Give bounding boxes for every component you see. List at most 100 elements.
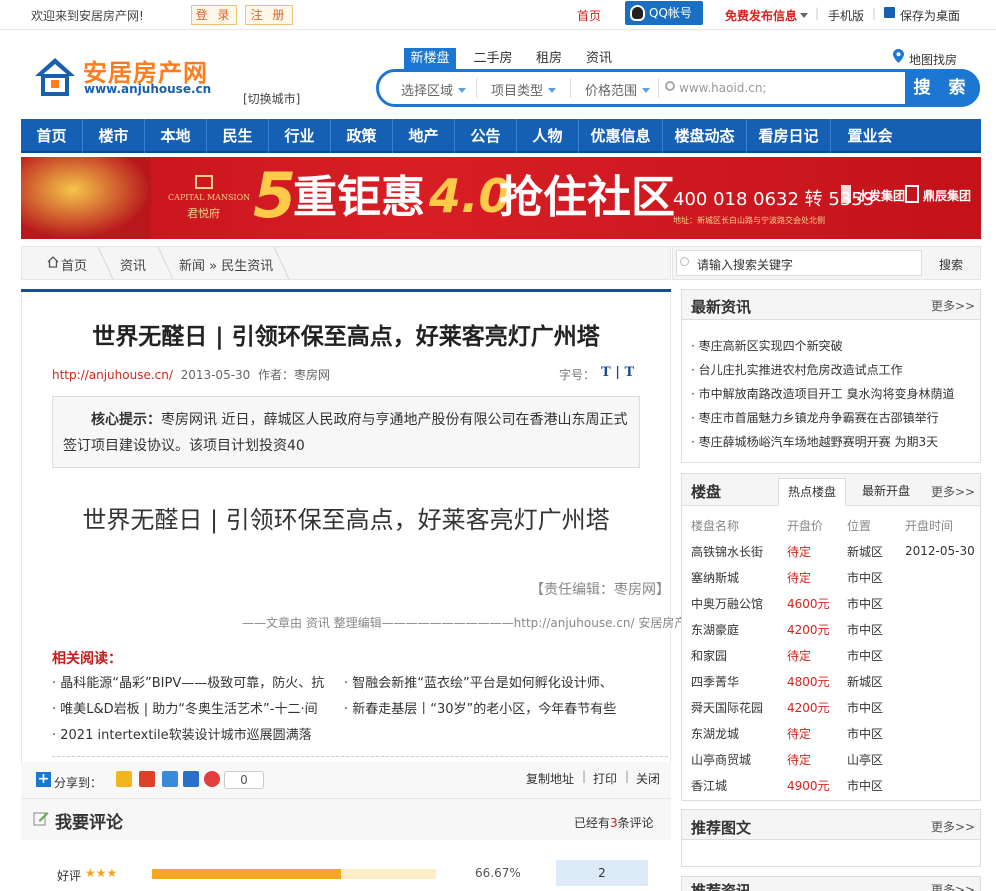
- pengyou-icon[interactable]: [162, 771, 178, 787]
- table-row[interactable]: 山亭商贸城 待定 山亭区: [691, 746, 977, 772]
- more-link[interactable]: 更多>>: [931, 881, 975, 891]
- property-table: 楼盘名称 开盘价 位置 开盘时间 高铁锦水长街 待定 新城区 2012-05-30 塞纳斯城…: [691, 512, 977, 798]
- close-button[interactable]: 关闭: [636, 770, 660, 787]
- search-tab-new[interactable]: 新楼盘: [404, 48, 456, 70]
- nav-item[interactable]: 优惠信息: [579, 119, 663, 153]
- news-item[interactable]: · 枣庄薛城杨峪汽车场地越野赛明开赛 为期3天: [691, 433, 938, 450]
- ad-banner[interactable]: CAPITAL MANSION 君悦府 5 重钜惠 4.0 抢住社区 400 0…: [21, 157, 981, 239]
- related-link[interactable]: · 智融会新推“蓝衣绘”平台是如何孵化设计师、: [344, 672, 628, 691]
- pencil-icon: [33, 810, 49, 826]
- col-header: 开盘价: [787, 518, 824, 533]
- nav-item[interactable]: 人物: [517, 119, 579, 153]
- table-row[interactable]: 和家园 待定 市中区: [691, 642, 977, 668]
- mobile-link[interactable]: 手机版: [828, 7, 864, 24]
- table-row[interactable]: 东湖豪庭 4200元 市中区: [691, 616, 977, 642]
- breadcrumb-home[interactable]: 首页: [61, 255, 87, 274]
- table-row[interactable]: 舜天国际花园 4200元 市中区: [691, 694, 977, 720]
- search-icon: [665, 81, 675, 91]
- save-desktop-link[interactable]: 保存为桌面: [900, 7, 960, 24]
- property-name[interactable]: 东湖龙城: [691, 720, 787, 746]
- property-name[interactable]: 和家园: [691, 642, 787, 668]
- divider: [52, 756, 668, 757]
- plus-icon[interactable]: +: [36, 772, 51, 787]
- top-home-link[interactable]: 首页: [577, 7, 601, 24]
- nav-item[interactable]: 置业会: [831, 119, 909, 153]
- region-select[interactable]: 选择区域: [401, 80, 467, 99]
- keyword-search-button[interactable]: 搜索: [939, 256, 963, 273]
- property-name[interactable]: 中奥万融公馆: [691, 590, 787, 616]
- table-row[interactable]: 香江城 4900元 市中区: [691, 772, 977, 798]
- nav-item[interactable]: 行业: [269, 119, 331, 153]
- nav-item[interactable]: 公告: [455, 119, 517, 153]
- tab-new-opening[interactable]: 最新开盘: [852, 478, 920, 505]
- nav-item[interactable]: 民生: [207, 119, 269, 153]
- divider: |: [815, 6, 820, 20]
- kaixin-icon[interactable]: [204, 771, 220, 787]
- nav-item[interactable]: 看房日记: [747, 119, 831, 153]
- nav-item[interactable]: 政策: [331, 119, 393, 153]
- news-item[interactable]: · 市中解放南路改造项目开工 臭水沟将变身林荫道: [691, 385, 954, 402]
- search-button[interactable]: 搜 索: [905, 69, 980, 107]
- property-name[interactable]: 山亭商贸城: [691, 746, 787, 772]
- free-publish-link[interactable]: 免费发布信息: [725, 7, 809, 24]
- property-name[interactable]: 塞纳斯城: [691, 564, 787, 590]
- search-input[interactable]: www.haoid.cn;: [679, 81, 766, 95]
- count-suffix: 条评论: [617, 816, 654, 830]
- property-name[interactable]: 高铁锦水长街: [691, 538, 787, 564]
- renren-icon[interactable]: [183, 771, 199, 787]
- price-select[interactable]: 价格范围: [585, 80, 651, 99]
- qq-login-button[interactable]: QQ帐号: [625, 1, 703, 25]
- nav-item[interactable]: 楼盘动态: [663, 119, 747, 153]
- weibo-icon[interactable]: [139, 771, 155, 787]
- search-tab-second[interactable]: 二手房: [468, 48, 518, 70]
- property-name[interactable]: 香江城: [691, 772, 787, 798]
- breadcrumb-news[interactable]: 资讯: [120, 255, 146, 274]
- related-link[interactable]: · 唯美L&D岩板 | 助力“冬奥生活艺术”-十二·间: [52, 698, 340, 717]
- star-rating-icon: ★★★: [85, 866, 118, 880]
- copy-link-button[interactable]: 复制地址: [526, 770, 574, 787]
- nav-item[interactable]: 本地: [145, 119, 207, 153]
- switch-city-link[interactable]: [切换城市]: [243, 90, 300, 107]
- font-size-toggle[interactable]: T | T: [601, 365, 634, 380]
- table-row[interactable]: 塞纳斯城 待定 市中区: [691, 564, 977, 590]
- qzone-icon[interactable]: [116, 771, 132, 787]
- nav-item[interactable]: 地产: [393, 119, 455, 153]
- news-item[interactable]: · 枣庄高新区实现四个新突破: [691, 337, 843, 354]
- nav-item[interactable]: 楼市: [83, 119, 145, 153]
- print-button[interactable]: 打印: [593, 770, 617, 787]
- more-link[interactable]: 更多>>: [931, 818, 975, 835]
- divider: |: [582, 769, 587, 783]
- map-search-link[interactable]: 地图找房: [909, 51, 957, 68]
- breadcrumb-current[interactable]: 新闻 » 民生资讯: [179, 255, 273, 274]
- latest-news-title: 最新资讯: [691, 298, 752, 316]
- keyword-placeholder: 请输入搜索关键字: [697, 258, 794, 272]
- banner-brand-en: CAPITAL MANSION: [168, 193, 251, 202]
- register-button[interactable]: 注 册: [245, 5, 293, 25]
- article-title: 世界无醛日 | 引领环保至高点，好莱客亮灯广州塔: [92, 324, 600, 350]
- logo-house-icon[interactable]: [33, 54, 77, 98]
- building-icon: [195, 175, 213, 189]
- property-name[interactable]: 四季菁华: [691, 668, 787, 694]
- property-name[interactable]: 舜天国际花园: [691, 694, 787, 720]
- login-button[interactable]: 登 录: [191, 5, 237, 25]
- related-link[interactable]: · 新春走基层丨“30岁”的老小区，今年春节有些: [344, 698, 636, 717]
- group-logo-icon: [841, 185, 851, 203]
- tab-hot-property[interactable]: 热点楼盘: [778, 478, 846, 506]
- nav-item[interactable]: 首页: [21, 119, 83, 153]
- table-row[interactable]: 中奥万融公馆 4600元 市中区: [691, 590, 977, 616]
- group-logo-icon: [905, 185, 919, 203]
- related-link[interactable]: · 2021 intertextile软装设计城市巡展圆满落: [52, 724, 340, 743]
- related-link[interactable]: · 晶科能源“晶彩”BIPV——极致可靠，防火、抗: [52, 672, 340, 691]
- news-item[interactable]: · 台儿庄扎实推进农村危房改造试点工作: [691, 361, 903, 378]
- search-tab-rent[interactable]: 租房: [530, 48, 568, 70]
- news-item[interactable]: · 枣庄市首届魅力乡镇龙舟争霸赛在古邵镇举行: [691, 409, 939, 426]
- search-tab-news[interactable]: 资讯: [580, 48, 618, 70]
- more-link[interactable]: 更多>>: [931, 297, 975, 314]
- table-row[interactable]: 四季菁华 4800元 新城区: [691, 668, 977, 694]
- source-link[interactable]: http://anjuhouse.cn/: [52, 368, 173, 382]
- type-select[interactable]: 项目类型: [491, 80, 557, 99]
- table-row[interactable]: 高铁锦水长街 待定 新城区 2012-05-30: [691, 538, 977, 564]
- property-name[interactable]: 东湖豪庭: [691, 616, 787, 642]
- table-row[interactable]: 东湖龙城 待定 市中区: [691, 720, 977, 746]
- more-link[interactable]: 更多>>: [931, 483, 975, 500]
